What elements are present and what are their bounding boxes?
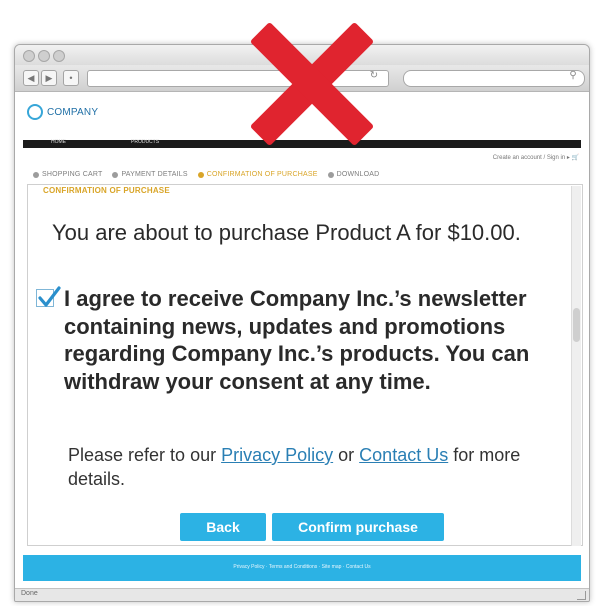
search-icon: ⚲ <box>569 70 577 81</box>
nav-item-home[interactable]: HOME <box>51 139 66 145</box>
zoom-window-icon[interactable] <box>53 50 65 62</box>
minimize-window-icon[interactable] <box>38 50 50 62</box>
step-download[interactable]: DOWNLOAD <box>327 171 380 178</box>
browser-statusbar: Done <box>15 588 589 601</box>
privacy-policy-link[interactable]: Privacy Policy <box>221 445 333 465</box>
panel-scrollbar[interactable] <box>571 186 581 546</box>
checkmark-icon <box>38 286 61 307</box>
browser-titlebar <box>15 45 589 65</box>
checkout-steps: SHOPPING CART PAYMENT DETAILS CONFIRMATI… <box>33 171 379 178</box>
contact-us-link[interactable]: Contact Us <box>359 445 448 465</box>
site-footer: Privacy Policy · Terms and Conditions · … <box>23 555 581 581</box>
browser-toolbar: ◀ ▶ • ↻ ⚲ <box>15 65 589 92</box>
confirmation-panel: CONFIRMATION OF PURCHASE You are about t… <box>27 184 583 546</box>
footer-links[interactable]: Privacy Policy · Terms and Conditions · … <box>23 564 581 570</box>
home-icon[interactable]: • <box>63 70 79 86</box>
address-bar[interactable] <box>87 70 389 87</box>
browser-window: ◀ ▶ • ↻ ⚲ COMPANY HOME PRODUCTS Create a… <box>14 44 590 602</box>
step-payment-details[interactable]: PAYMENT DETAILS <box>112 171 188 178</box>
forward-arrow-icon[interactable]: ▶ <box>41 70 57 86</box>
web-page: COMPANY HOME PRODUCTS Create an account … <box>15 92 589 589</box>
resize-grip-icon[interactable] <box>577 591 586 600</box>
cart-icon[interactable]: 🛒 <box>572 155 579 161</box>
consent-checkbox[interactable] <box>36 286 61 307</box>
nav-item-products[interactable]: PRODUCTS <box>131 139 159 145</box>
close-window-icon[interactable] <box>23 50 35 62</box>
logo-circle-icon <box>27 104 43 120</box>
back-button[interactable]: Back <box>180 513 266 541</box>
section-heading: CONFIRMATION OF PURCHASE <box>43 186 170 195</box>
search-input[interactable] <box>403 70 585 87</box>
logo-text: COMPANY <box>47 106 99 118</box>
step-confirmation[interactable]: CONFIRMATION OF PURCHASE <box>197 171 318 178</box>
account-links[interactable]: Create an account / Sign in ▸ 🛒 <box>493 154 579 161</box>
back-arrow-icon[interactable]: ◀ <box>23 70 39 86</box>
more-details-text: Please refer to our Privacy Policy or Co… <box>68 445 521 489</box>
step-shopping-cart[interactable]: SHOPPING CART <box>33 171 102 178</box>
company-logo[interactable]: COMPANY <box>27 102 98 122</box>
site-nav: HOME PRODUCTS <box>23 139 581 148</box>
purchase-summary: You are about to purchase Product A for … <box>52 220 521 245</box>
reload-icon[interactable]: ↻ <box>368 70 380 82</box>
confirm-purchase-button[interactable]: Confirm purchase <box>272 513 444 541</box>
status-text: Done <box>21 590 38 597</box>
consent-label: I agree to receive Company Inc.’s newsle… <box>64 286 530 394</box>
scrollbar-thumb[interactable] <box>573 308 580 342</box>
